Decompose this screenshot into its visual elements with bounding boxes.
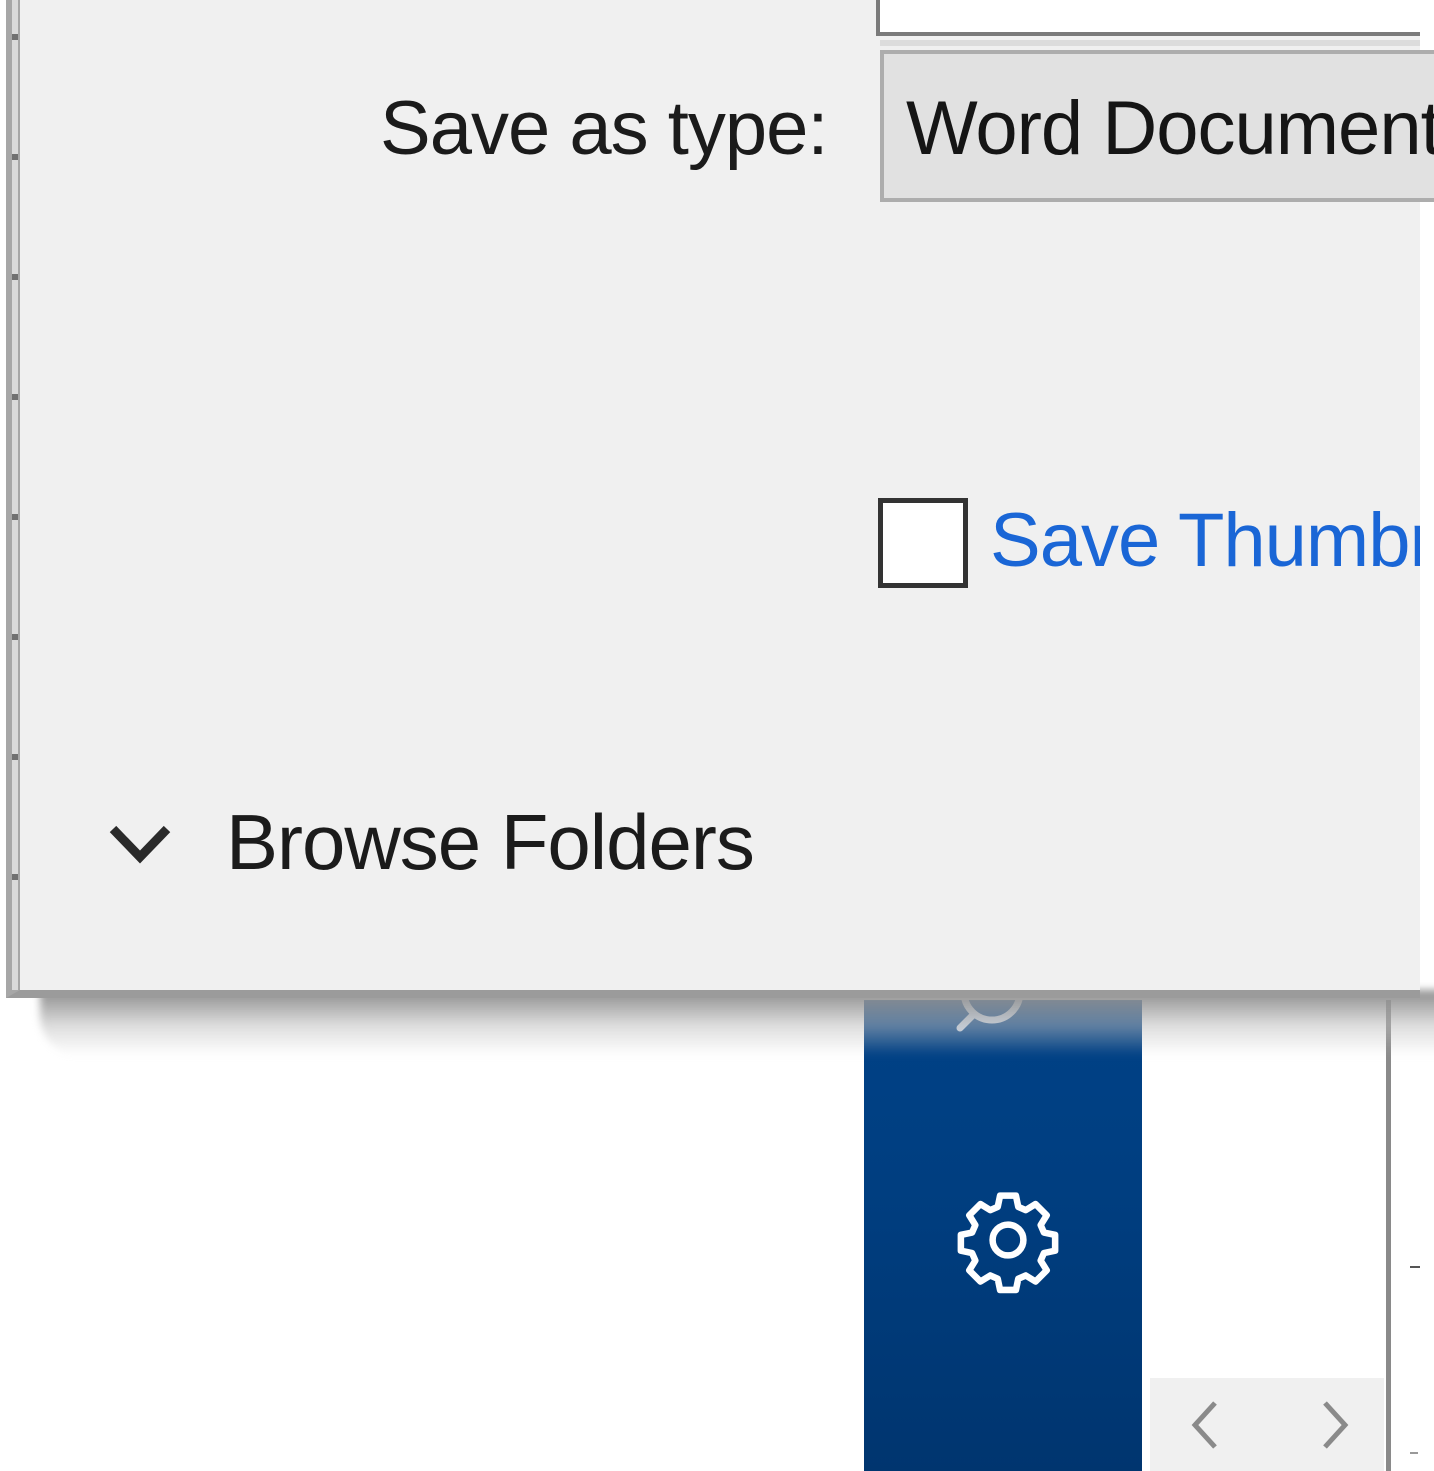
save-thumbnail-checkbox[interactable]	[878, 498, 968, 588]
ruler-tick	[1410, 1452, 1418, 1454]
browse-folders-label: Browse Folders	[226, 798, 755, 886]
scroll-right-button[interactable]	[1290, 1378, 1380, 1471]
browse-folders-toggle[interactable]: Browse Folders	[100, 792, 755, 892]
ruler-tick	[1410, 1266, 1420, 1268]
chevron-right-icon	[1323, 1400, 1349, 1449]
horizontal-scroller	[1150, 1378, 1384, 1471]
save-as-type-value: Word Document	[906, 86, 1434, 171]
chevron-left-icon	[1191, 1400, 1217, 1449]
chevron-down-icon	[100, 802, 180, 882]
nav-sidebar	[864, 1000, 1142, 1471]
save-thumbnail-label[interactable]: Save Thumbnail	[990, 496, 1420, 586]
settings-button[interactable]	[948, 1180, 1068, 1300]
dialog-edge	[12, 0, 18, 990]
file-name-input[interactable]	[876, 0, 1420, 36]
panel-divider	[1386, 1000, 1391, 1471]
dialog-shadow	[40, 990, 1434, 1056]
gear-icon	[957, 1192, 1059, 1294]
scroll-left-button[interactable]	[1160, 1378, 1250, 1471]
file-name-input-border	[880, 40, 1420, 46]
save-as-type-label: Save as type:	[380, 86, 828, 171]
save-as-type-dropdown[interactable]: Word Document	[880, 50, 1434, 202]
